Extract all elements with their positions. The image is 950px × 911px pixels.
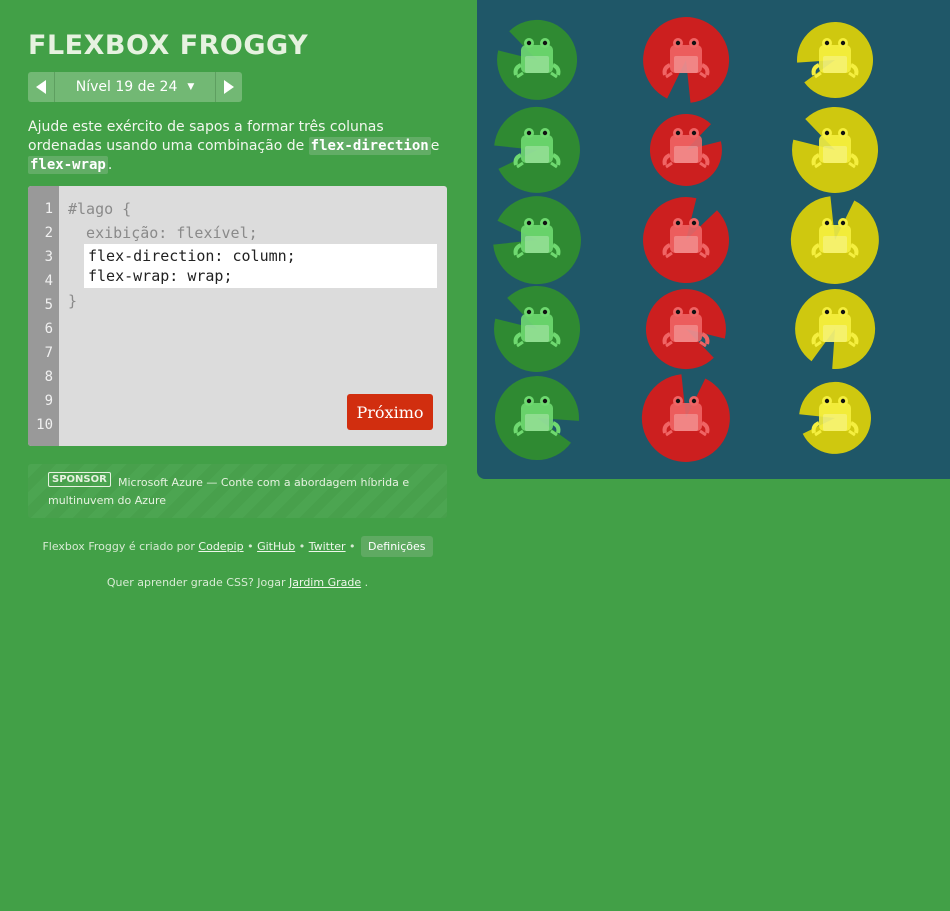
yellow-lilypad: [790, 105, 880, 195]
separator: •: [295, 540, 309, 553]
credits: Flexbox Froggy é criado por Codepip • Gi…: [28, 536, 447, 557]
green-lilypad: [492, 195, 582, 285]
red-lilypad: [641, 105, 731, 195]
yellow-lilypad: [790, 373, 880, 463]
line-number: 4: [44, 273, 53, 289]
frog-icon: [799, 381, 872, 454]
game-title: FLEXBOX FROGGY: [28, 30, 309, 61]
grid-garden-promo: Quer aprender grade CSS? Jogar Jardim Gr…: [28, 576, 447, 589]
frog-icon: [494, 106, 580, 193]
code-input-textarea[interactable]: flex-direction: column; flex-wrap: wrap;: [84, 244, 437, 288]
line-number: 3: [44, 249, 53, 265]
frog-icon: [643, 197, 730, 284]
frog-icon: [797, 22, 874, 99]
instructions-end: .: [107, 157, 113, 173]
pond-board: [477, 0, 950, 479]
twitter-link[interactable]: Twitter: [309, 540, 346, 553]
frog-icon: [795, 289, 876, 370]
frog-icon: [494, 376, 579, 461]
instructions-middle: e: [430, 138, 440, 154]
yellow-lilypad: [790, 195, 880, 285]
sponsor-text: Microsoft Azure — Conte com a abordagem …: [48, 476, 410, 507]
code-line-display: exibição: flexível;: [68, 224, 258, 242]
red-lilypad: [641, 15, 731, 105]
line-number: 9: [44, 393, 53, 409]
green-lilypad: [492, 15, 582, 105]
frog-icon: [641, 374, 730, 462]
css-editor: 1 2 3 4 5 6 7 8 9 10 #lago { exibição: f…: [28, 186, 447, 446]
frog-icon: [643, 17, 730, 103]
codepip-link[interactable]: Codepip: [198, 540, 243, 553]
github-link[interactable]: GitHub: [257, 540, 295, 553]
arrow-right-icon: [224, 80, 234, 94]
line-number-gutter: 1 2 3 4 5 6 7 8 9 10: [28, 186, 59, 446]
frog-icon: [790, 196, 879, 284]
separator: •: [345, 540, 360, 553]
input-line-flex-direction: flex-direction: column;: [88, 247, 296, 265]
level-label: Nível 19 de 24: [75, 79, 178, 95]
credits-prefix: Flexbox Froggy é criado por: [42, 540, 199, 553]
frog-icon: [649, 113, 722, 186]
line-number: 2: [44, 225, 53, 241]
arrow-left-icon: [36, 80, 46, 94]
line-number: 7: [44, 345, 53, 361]
frog-icon: [493, 196, 581, 285]
red-lilypad: [641, 373, 731, 463]
separator: •: [243, 540, 258, 553]
code-line-close-brace: }: [68, 292, 78, 310]
line-number: 10: [36, 417, 53, 433]
caret-down-icon: ▼: [187, 82, 195, 92]
promo-prefix: Quer aprender grade CSS? Jogar: [106, 576, 289, 589]
line-number: 5: [44, 297, 53, 313]
code-flex-direction: flex-direction: [308, 137, 431, 155]
frog-icon: [497, 19, 578, 100]
frog-icon: [792, 106, 879, 193]
code-flex-wrap: flex-wrap: [28, 156, 108, 174]
line-number: 1: [44, 201, 53, 217]
settings-button[interactable]: Definições: [361, 536, 433, 557]
level-dropdown[interactable]: Nível 19 de 24 ▼: [54, 72, 216, 102]
line-number: 8: [44, 369, 53, 385]
previous-level-button[interactable]: [28, 72, 55, 102]
instructions: Ajude este exército de sapos a formar tr…: [28, 118, 458, 175]
line-number: 6: [44, 321, 53, 337]
frog-icon: [494, 285, 581, 372]
red-lilypad: [641, 195, 731, 285]
green-lilypad: [492, 373, 582, 463]
grid-garden-link[interactable]: Jardim Grade: [289, 576, 361, 589]
yellow-lilypad: [790, 15, 880, 105]
frog-icon: [645, 289, 726, 370]
code-line-selector: #lago {: [68, 200, 132, 218]
red-lilypad: [641, 284, 731, 374]
input-line-flex-wrap: flex-wrap: wrap;: [88, 267, 233, 285]
green-lilypad: [492, 284, 582, 374]
green-lilypad: [492, 105, 582, 195]
sponsor-banner[interactable]: SPONSOR Microsoft Azure — Conte com a ab…: [28, 464, 447, 518]
yellow-lilypad: [790, 284, 880, 374]
level-selector: Nível 19 de 24 ▼: [28, 72, 242, 102]
next-button[interactable]: Próximo: [347, 394, 433, 430]
promo-suffix: .: [361, 576, 369, 589]
next-level-button[interactable]: [215, 72, 242, 102]
